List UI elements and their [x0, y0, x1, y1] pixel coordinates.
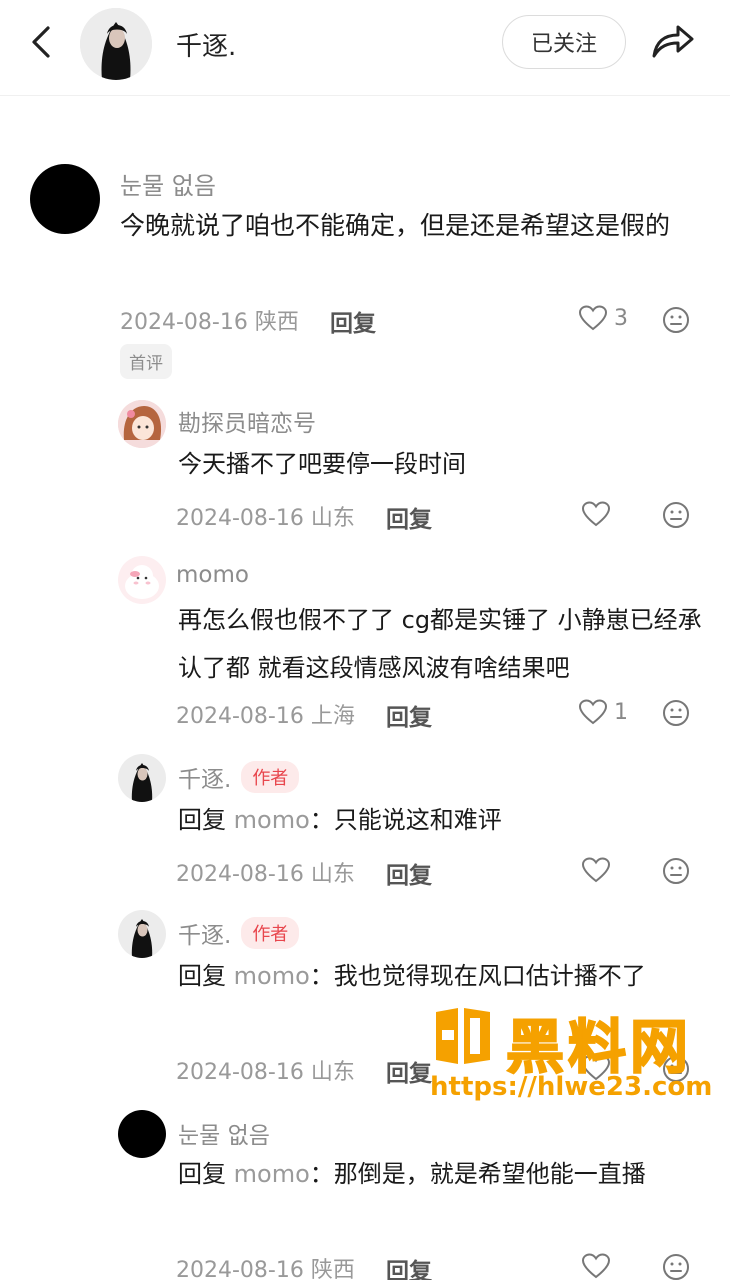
- reply-meta: 2024-08-16 陕西: [176, 1252, 355, 1280]
- reply-username-row: 千逐. 作者: [178, 916, 300, 950]
- comment-location: 陕西: [254, 310, 299, 335]
- reply-text: 今天播不了吧要停一段时间: [178, 450, 466, 478]
- reply-button[interactable]: 回复: [386, 1054, 432, 1088]
- avatar[interactable]: [30, 164, 100, 234]
- heart-outline-icon: [578, 699, 608, 725]
- reply-date: 2024-08-16: [176, 506, 304, 531]
- heart-outline-icon: [581, 501, 611, 527]
- like-count: 3: [614, 305, 628, 331]
- comment-text: 今晚就说了咱也不能确定，但是还是希望这是假的: [120, 211, 671, 240]
- reply-meta: 2024-08-16 上海: [176, 698, 355, 730]
- reply-location: 山东: [310, 1060, 355, 1085]
- watermark: 黑料网 https://hlwe23.com: [428, 1000, 728, 1110]
- reply-meta: 2024-08-16 山东: [176, 500, 355, 532]
- reply-username-row: 千逐. 作者: [178, 760, 300, 794]
- reply-username[interactable]: momo: [176, 562, 249, 588]
- top-bar: 千逐. 已关注: [0, 0, 730, 96]
- reply-meta: 2024-08-16 山东: [176, 1054, 355, 1086]
- reply-button[interactable]: 回复: [386, 698, 432, 732]
- watermark-logo-icon: [436, 1008, 490, 1064]
- reply-date: 2024-08-16: [176, 704, 304, 729]
- like-button[interactable]: [581, 500, 611, 528]
- like-button[interactable]: 1: [578, 698, 628, 726]
- reply-item: 千逐. 作者 回复 momo：只能说这和难评 2024-08-16 山东 回复: [0, 754, 730, 894]
- avatar[interactable]: [118, 400, 166, 448]
- reply-text: ：只能说这和难评: [309, 806, 502, 834]
- comment-item: 눈물 없음 今晚就说了咱也不能确定，但是还是希望这是假的 2024-08-16 …: [0, 160, 730, 380]
- meh-face-icon[interactable]: [662, 306, 690, 334]
- share-arrow-icon[interactable]: [650, 18, 696, 64]
- chevron-left-icon[interactable]: [22, 22, 62, 62]
- like-count: 1: [614, 699, 628, 725]
- reply-username[interactable]: 千逐.: [178, 767, 231, 793]
- author-badge: 作者: [241, 761, 300, 793]
- reply-location: 上海: [310, 704, 355, 729]
- heart-outline-icon: [581, 1253, 611, 1279]
- author-badge: 作者: [241, 917, 300, 949]
- comment-date: 2024-08-16: [120, 310, 248, 335]
- avatar[interactable]: [118, 1110, 166, 1158]
- page-title: 千逐.: [176, 32, 237, 62]
- heart-outline-icon: [581, 857, 611, 883]
- reply-prefix: 回复: [178, 1160, 226, 1188]
- avatar[interactable]: [118, 556, 166, 604]
- reply-date: 2024-08-16: [176, 862, 304, 887]
- reply-date: 2024-08-16: [176, 1060, 304, 1085]
- watermark-url: https://hlwe23.com: [430, 1072, 713, 1102]
- reply-text-row: 回复 momo：我也觉得现在风口估计播不了: [178, 952, 678, 1000]
- author-avatar[interactable]: [80, 8, 152, 80]
- reply-meta: 2024-08-16 山东: [176, 856, 355, 888]
- reply-username[interactable]: 勘探员暗恋号: [178, 404, 316, 438]
- heart-outline-icon: [578, 305, 608, 331]
- meh-face-icon[interactable]: [662, 501, 690, 529]
- avatar[interactable]: [118, 910, 166, 958]
- reply-username[interactable]: 눈물 없음: [178, 1116, 270, 1150]
- meh-face-icon[interactable]: [662, 857, 690, 885]
- reply-date: 2024-08-16: [176, 1258, 304, 1280]
- reply-button[interactable]: 回复: [386, 1252, 432, 1280]
- reply-prefix: 回复: [178, 806, 226, 834]
- avatar[interactable]: [118, 754, 166, 802]
- comment-username[interactable]: 눈물 없음: [120, 166, 216, 201]
- reply-location: 山东: [310, 862, 355, 887]
- reply-item: 勘探员暗恋号 今天播不了吧要停一段时间 2024-08-16 山东 回复: [0, 398, 730, 538]
- first-comment-badge: 首评: [120, 344, 172, 379]
- reply-text-row: 回复 momo：那倒是，就是希望他能一直播: [178, 1150, 698, 1198]
- like-button[interactable]: [581, 1252, 611, 1280]
- reply-text-row: 回复 momo：只能说这和难评: [178, 796, 698, 844]
- reply-item: 눈물 없음 回复 momo：那倒是，就是希望他能一直播 2024-08-16 陕…: [0, 1110, 730, 1280]
- reply-username[interactable]: 千逐.: [178, 923, 231, 949]
- reply-button[interactable]: 回复: [330, 304, 376, 338]
- reply-location: 山东: [310, 506, 355, 531]
- comment-meta: 2024-08-16 陕西: [120, 304, 299, 336]
- reply-item: momo 再怎么假也假不了了 cg都是实锤了 小静崽已经承认了都 就看这段情感风…: [0, 556, 730, 736]
- reply-button[interactable]: 回复: [386, 500, 432, 534]
- reply-to-user[interactable]: momo: [234, 806, 310, 834]
- reply-text: ：我也觉得现在风口估计播不了: [309, 962, 646, 990]
- follow-button[interactable]: 已关注: [502, 15, 626, 69]
- reply-to-user[interactable]: momo: [234, 962, 310, 990]
- reply-text: 再怎么假也假不了了 cg都是实锤了 小静崽已经承认了都 就看这段情感风波有啥结果…: [178, 606, 702, 682]
- reply-prefix: 回复: [178, 962, 226, 990]
- like-button[interactable]: 3: [578, 304, 628, 332]
- meh-face-icon[interactable]: [662, 699, 690, 727]
- meh-face-icon[interactable]: [662, 1253, 690, 1280]
- reply-location: 陕西: [310, 1258, 355, 1280]
- reply-text: ：那倒是，就是希望他能一直播: [309, 1160, 646, 1188]
- like-button[interactable]: [581, 856, 611, 884]
- reply-button[interactable]: 回复: [386, 856, 432, 890]
- reply-to-user[interactable]: momo: [234, 1160, 310, 1188]
